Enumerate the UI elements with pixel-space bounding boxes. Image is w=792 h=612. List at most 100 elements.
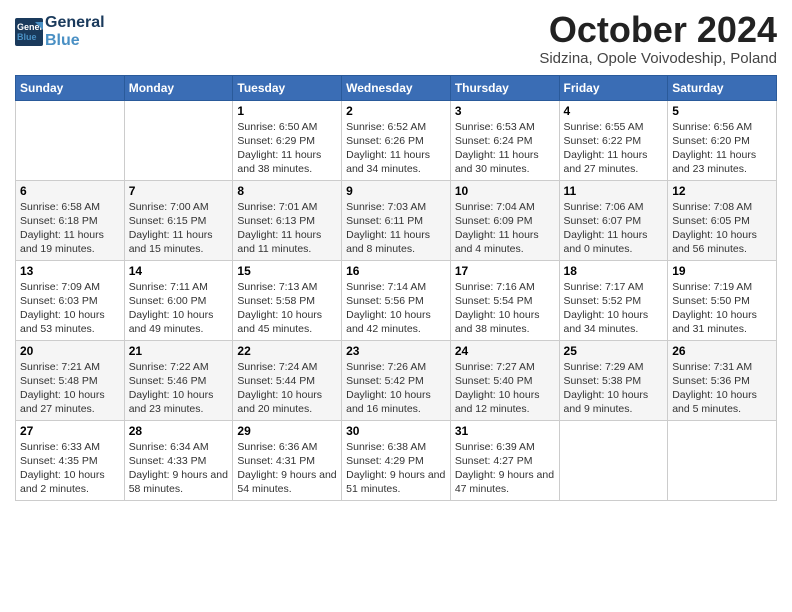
calendar-cell: 21 Sunrise: 7:22 AM Sunset: 5:46 PM Dayli… (124, 340, 233, 420)
day-number: 1 (237, 104, 337, 118)
calendar-week-row: 6 Sunrise: 6:58 AM Sunset: 6:18 PM Daylig… (16, 180, 777, 260)
day-number: 15 (237, 264, 337, 278)
calendar-cell: 19 Sunrise: 7:19 AM Sunset: 5:50 PM Dayli… (668, 260, 777, 340)
calendar-day-header: Friday (559, 75, 668, 100)
calendar-day-header: Thursday (450, 75, 559, 100)
calendar-week-row: 27 Sunrise: 6:33 AM Sunset: 4:35 PM Dayli… (16, 420, 777, 500)
calendar-cell: 9 Sunrise: 7:03 AM Sunset: 6:11 PM Daylig… (342, 180, 451, 260)
day-number: 7 (129, 184, 229, 198)
day-number: 4 (564, 104, 664, 118)
calendar-cell: 29 Sunrise: 6:36 AM Sunset: 4:31 PM Dayli… (233, 420, 342, 500)
day-info: Sunrise: 6:58 AM Sunset: 6:18 PM Dayligh… (20, 200, 120, 257)
calendar-cell: 17 Sunrise: 7:16 AM Sunset: 5:54 PM Dayli… (450, 260, 559, 340)
day-info: Sunrise: 7:08 AM Sunset: 6:05 PM Dayligh… (672, 200, 772, 257)
day-number: 28 (129, 424, 229, 438)
day-number: 26 (672, 344, 772, 358)
calendar-cell: 23 Sunrise: 7:26 AM Sunset: 5:42 PM Dayli… (342, 340, 451, 420)
day-number: 3 (455, 104, 555, 118)
day-number: 19 (672, 264, 772, 278)
day-number: 30 (346, 424, 446, 438)
day-number: 9 (346, 184, 446, 198)
day-info: Sunrise: 6:36 AM Sunset: 4:31 PM Dayligh… (237, 440, 337, 497)
calendar-cell: 25 Sunrise: 7:29 AM Sunset: 5:38 PM Dayli… (559, 340, 668, 420)
day-info: Sunrise: 6:38 AM Sunset: 4:29 PM Dayligh… (346, 440, 446, 497)
day-info: Sunrise: 6:56 AM Sunset: 6:20 PM Dayligh… (672, 120, 772, 177)
calendar-day-header: Monday (124, 75, 233, 100)
calendar-week-row: 20 Sunrise: 7:21 AM Sunset: 5:48 PM Dayli… (16, 340, 777, 420)
svg-text:Blue: Blue (17, 32, 37, 42)
calendar-cell: 27 Sunrise: 6:33 AM Sunset: 4:35 PM Dayli… (16, 420, 125, 500)
calendar-cell: 12 Sunrise: 7:08 AM Sunset: 6:05 PM Dayli… (668, 180, 777, 260)
day-number: 23 (346, 344, 446, 358)
day-number: 24 (455, 344, 555, 358)
calendar-cell: 30 Sunrise: 6:38 AM Sunset: 4:29 PM Dayli… (342, 420, 451, 500)
day-number: 12 (672, 184, 772, 198)
day-number: 2 (346, 104, 446, 118)
calendar-cell: 8 Sunrise: 7:01 AM Sunset: 6:13 PM Daylig… (233, 180, 342, 260)
day-number: 14 (129, 264, 229, 278)
calendar-cell (668, 420, 777, 500)
calendar-cell: 14 Sunrise: 7:11 AM Sunset: 6:00 PM Dayli… (124, 260, 233, 340)
calendar-cell: 24 Sunrise: 7:27 AM Sunset: 5:40 PM Dayli… (450, 340, 559, 420)
calendar-cell: 18Sunrise: 7:17 AM Sunset: 5:52 PM Dayli… (559, 260, 668, 340)
calendar-cell: 13 Sunrise: 7:09 AM Sunset: 6:03 PM Dayli… (16, 260, 125, 340)
day-info: Sunrise: 7:16 AM Sunset: 5:54 PM Dayligh… (455, 280, 555, 337)
day-info: Sunrise: 7:01 AM Sunset: 6:13 PM Dayligh… (237, 200, 337, 257)
calendar-cell: 1 Sunrise: 6:50 AM Sunset: 6:29 PM Daylig… (233, 100, 342, 180)
day-number: 31 (455, 424, 555, 438)
day-info: Sunrise: 7:24 AM Sunset: 5:44 PM Dayligh… (237, 360, 337, 417)
month-title: October 2024 (539, 10, 777, 50)
calendar-cell: 5 Sunrise: 6:56 AM Sunset: 6:20 PM Daylig… (668, 100, 777, 180)
calendar-day-header: Saturday (668, 75, 777, 100)
day-info: Sunrise: 6:52 AM Sunset: 6:26 PM Dayligh… (346, 120, 446, 177)
day-info: Sunrise: 7:27 AM Sunset: 5:40 PM Dayligh… (455, 360, 555, 417)
day-number: 25 (564, 344, 664, 358)
calendar-day-header: Wednesday (342, 75, 451, 100)
day-info: Sunrise: 7:22 AM Sunset: 5:46 PM Dayligh… (129, 360, 229, 417)
calendar-cell: 31 Sunrise: 6:39 AM Sunset: 4:27 PM Dayli… (450, 420, 559, 500)
calendar-week-row: 1 Sunrise: 6:50 AM Sunset: 6:29 PM Daylig… (16, 100, 777, 180)
day-number: 10 (455, 184, 555, 198)
day-number: 16 (346, 264, 446, 278)
day-info: Sunrise: 7:09 AM Sunset: 6:03 PM Dayligh… (20, 280, 120, 337)
logo-icon: General Blue (15, 18, 43, 46)
day-number: 27 (20, 424, 120, 438)
day-number: 5 (672, 104, 772, 118)
day-number: 8 (237, 184, 337, 198)
day-number: 13 (20, 264, 120, 278)
day-info: Sunrise: 6:55 AM Sunset: 6:22 PM Dayligh… (564, 120, 664, 177)
day-info: Sunrise: 7:17 AM Sunset: 5:52 PM Dayligh… (564, 280, 664, 337)
day-info: Sunrise: 6:34 AM Sunset: 4:33 PM Dayligh… (129, 440, 229, 497)
calendar-cell: 6 Sunrise: 6:58 AM Sunset: 6:18 PM Daylig… (16, 180, 125, 260)
calendar-day-header: Tuesday (233, 75, 342, 100)
day-number: 29 (237, 424, 337, 438)
day-info: Sunrise: 7:14 AM Sunset: 5:56 PM Dayligh… (346, 280, 446, 337)
day-info: Sunrise: 7:04 AM Sunset: 6:09 PM Dayligh… (455, 200, 555, 257)
day-info: Sunrise: 7:06 AM Sunset: 6:07 PM Dayligh… (564, 200, 664, 257)
day-info: Sunrise: 6:33 AM Sunset: 4:35 PM Dayligh… (20, 440, 120, 497)
calendar-cell: 28 Sunrise: 6:34 AM Sunset: 4:33 PM Dayli… (124, 420, 233, 500)
day-info: Sunrise: 6:39 AM Sunset: 4:27 PM Dayligh… (455, 440, 555, 497)
day-number: 20 (20, 344, 120, 358)
day-number: 17 (455, 264, 555, 278)
day-info: Sunrise: 7:19 AM Sunset: 5:50 PM Dayligh… (672, 280, 772, 337)
day-info: Sunrise: 7:29 AM Sunset: 5:38 PM Dayligh… (564, 360, 664, 417)
calendar-cell: 22Sunrise: 7:24 AM Sunset: 5:44 PM Dayli… (233, 340, 342, 420)
day-number: 21 (129, 344, 229, 358)
calendar-cell: 3Sunrise: 6:53 AM Sunset: 6:24 PM Daylig… (450, 100, 559, 180)
day-info: Sunrise: 7:11 AM Sunset: 6:00 PM Dayligh… (129, 280, 229, 337)
day-info: Sunrise: 7:21 AM Sunset: 5:48 PM Dayligh… (20, 360, 120, 417)
day-number: 6 (20, 184, 120, 198)
day-info: Sunrise: 7:13 AM Sunset: 5:58 PM Dayligh… (237, 280, 337, 337)
day-info: Sunrise: 7:03 AM Sunset: 6:11 PM Dayligh… (346, 200, 446, 257)
day-info: Sunrise: 6:50 AM Sunset: 6:29 PM Dayligh… (237, 120, 337, 177)
calendar-cell (124, 100, 233, 180)
day-info: Sunrise: 7:26 AM Sunset: 5:42 PM Dayligh… (346, 360, 446, 417)
logo-text: GeneralBlue (45, 14, 105, 49)
logo: General Blue GeneralBlue (15, 14, 105, 49)
day-info: Sunrise: 7:31 AM Sunset: 5:36 PM Dayligh… (672, 360, 772, 417)
calendar-header-row: SundayMondayTuesdayWednesdayThursdayFrid… (16, 75, 777, 100)
calendar-table: SundayMondayTuesdayWednesdayThursdayFrid… (15, 75, 777, 501)
title-block: October 2024 Sidzina, Opole Voivodeship,… (539, 10, 777, 67)
calendar-day-header: Sunday (16, 75, 125, 100)
